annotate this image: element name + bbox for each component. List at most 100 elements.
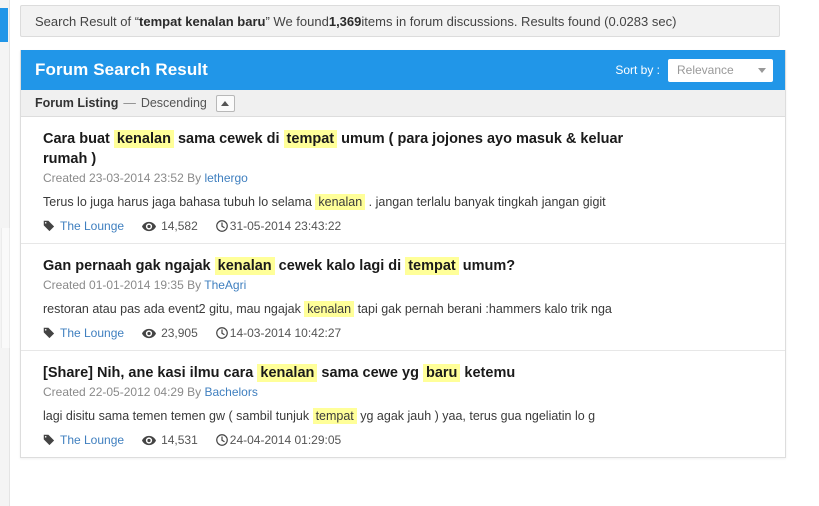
search-summary-suffix: items in forum discussions. Results foun… xyxy=(361,13,677,29)
by-label: By xyxy=(187,171,205,185)
sort-by-value: Relevance xyxy=(677,63,734,77)
result-snippet: restoran atau pas ada event2 gitu, mau n… xyxy=(43,301,771,318)
result-created-line: Created 22-05-2012 04:29 By Bachelors xyxy=(43,385,771,399)
created-date: 22-05-2012 04:29 xyxy=(89,385,188,399)
result-title-text: umum? xyxy=(458,258,516,274)
result-title-text: sama cewe yg xyxy=(317,365,423,381)
result-item[interactable]: Cara buat kenalan sama cewek di tempat u… xyxy=(21,117,785,244)
result-snippet-highlight: kenalan xyxy=(304,301,355,317)
result-meta: The Lounge 23,905 14-03-2014 10:42:27 xyxy=(43,326,771,340)
result-snippet-highlight: tempat xyxy=(312,408,357,424)
result-timestamp: 14-03-2014 10:42:27 xyxy=(215,326,342,340)
result-snippet-text: . jangan terlalu banyak tingkah jangan g… xyxy=(365,195,606,209)
sort-direction-toggle[interactable] xyxy=(215,94,235,112)
result-title-text: Gan pernaah gak ngajak xyxy=(43,258,215,274)
result-created-line: Created 23-03-2014 23:52 By lethergo xyxy=(43,171,771,185)
listing-bar: Forum Listing — Descending xyxy=(21,90,785,117)
page-title: Forum Search Result xyxy=(35,60,208,79)
result-forum-label[interactable]: The Lounge xyxy=(60,219,124,233)
result-title-text: [Share] Nih, ane kasi ilmu cara xyxy=(43,365,258,381)
result-title-highlight: tempat xyxy=(405,257,459,275)
result-snippet: Terus lo juga harus jaga bahasa tubuh lo… xyxy=(43,194,771,211)
panel-header: Forum Search Result Sort by : Relevance xyxy=(21,50,785,90)
result-title-text: cewek kalo lagi di xyxy=(274,258,406,274)
eye-icon xyxy=(142,435,157,446)
result-title-highlight: tempat xyxy=(283,130,338,148)
result-title[interactable]: Gan pernaah gak ngajak kenalan cewek kal… xyxy=(43,256,663,276)
tag-icon xyxy=(43,327,55,339)
result-snippet-text: lagi disitu sama temen temen gw ( sambil… xyxy=(43,409,313,423)
result-title[interactable]: [Share] Nih, ane kasi ilmu cara kenalan … xyxy=(43,363,663,383)
result-forum-label[interactable]: The Lounge xyxy=(60,326,124,340)
result-views-count: 23,905 xyxy=(161,326,198,340)
result-snippet-text: tapi gak pernah berani :hammers kalo tri… xyxy=(354,302,612,316)
result-title-text: Cara buat xyxy=(43,131,114,147)
page-scrollbar[interactable] xyxy=(0,0,10,506)
page-scrollbar-track[interactable] xyxy=(1,228,10,348)
result-title-highlight: kenalan xyxy=(214,257,275,275)
created-date: 23-03-2014 23:52 xyxy=(89,171,188,185)
result-author-link[interactable]: Bachelors xyxy=(204,385,257,399)
result-item[interactable]: Gan pernaah gak ngajak kenalan cewek kal… xyxy=(21,244,785,351)
result-meta: The Lounge 14,582 31-05-2014 23:43:22 xyxy=(43,219,771,233)
search-summary-middle: ” We found xyxy=(265,13,329,29)
by-label: By xyxy=(187,278,205,292)
tag-icon xyxy=(43,220,55,232)
search-summary-bar: Search Result of “tempat kenalan baru” W… xyxy=(20,5,780,37)
eye-icon xyxy=(142,328,157,339)
result-item[interactable]: [Share] Nih, ane kasi ilmu cara kenalan … xyxy=(21,351,785,457)
clock-icon xyxy=(215,434,228,446)
result-views-count: 14,582 xyxy=(161,219,198,233)
result-forum-label[interactable]: The Lounge xyxy=(60,433,124,447)
result-views: 14,531 xyxy=(142,433,198,447)
listing-label: Forum Listing xyxy=(35,96,119,110)
result-snippet-text: restoran atau pas ada event2 gitu, mau n… xyxy=(43,302,305,316)
result-timestamp: 31-05-2014 23:43:22 xyxy=(215,219,342,233)
result-created-line: Created 01-01-2014 19:35 By TheAgri xyxy=(43,278,771,292)
listing-direction: Descending xyxy=(140,96,207,110)
result-views-count: 14,531 xyxy=(161,433,198,447)
result-timestamp: 24-04-2014 01:29:05 xyxy=(215,433,341,447)
result-title-text: ketemu xyxy=(460,365,516,381)
clock-icon xyxy=(215,220,228,232)
sort-control-group: Sort by : Relevance xyxy=(615,58,773,82)
result-timestamp-value: 31-05-2014 23:43:22 xyxy=(229,219,342,233)
result-title-highlight: baru xyxy=(422,364,461,382)
page-scrollbar-thumb[interactable] xyxy=(0,8,8,42)
result-timestamp-value: 14-03-2014 10:42:27 xyxy=(229,326,342,340)
result-snippet-highlight: kenalan xyxy=(315,194,366,210)
result-forum[interactable]: The Lounge xyxy=(43,326,124,340)
created-label: Created xyxy=(43,385,90,399)
created-date: 01-01-2014 19:35 xyxy=(89,278,188,292)
result-forum[interactable]: The Lounge xyxy=(43,433,124,447)
result-author-link[interactable]: TheAgri xyxy=(204,278,246,292)
result-forum[interactable]: The Lounge xyxy=(43,219,124,233)
result-author-link[interactable]: lethergo xyxy=(204,171,247,185)
search-summary-count: 1,369 xyxy=(328,13,362,29)
eye-icon xyxy=(142,221,157,232)
by-label: By xyxy=(187,385,205,399)
page-container: Search Result of “tempat kenalan baru” W… xyxy=(10,0,819,506)
result-title-text: sama cewek di xyxy=(173,131,284,147)
result-title-highlight: kenalan xyxy=(113,130,174,148)
result-snippet: lagi disitu sama temen temen gw ( sambil… xyxy=(43,408,771,425)
result-snippet-text: Terus lo juga harus jaga bahasa tubuh lo… xyxy=(43,195,316,209)
sort-by-label: Sort by : xyxy=(615,63,660,77)
search-summary-query: tempat kenalan baru xyxy=(139,13,266,29)
search-summary-prefix: Search Result of “ xyxy=(35,13,140,29)
results-list: Cara buat kenalan sama cewek di tempat u… xyxy=(21,117,785,457)
listing-dash: — xyxy=(123,96,136,110)
created-label: Created xyxy=(43,171,90,185)
created-label: Created xyxy=(43,278,90,292)
clock-icon xyxy=(215,327,228,339)
chevron-down-icon xyxy=(758,67,766,73)
result-title[interactable]: Cara buat kenalan sama cewek di tempat u… xyxy=(43,129,663,169)
forum-search-result-panel: Forum Search Result Sort by : Relevance … xyxy=(20,50,786,458)
result-views: 14,582 xyxy=(142,219,198,233)
result-views: 23,905 xyxy=(142,326,198,340)
result-snippet-text: yg agak jauh ) yaa, terus gua ngeliatin … xyxy=(356,409,596,423)
sort-by-select[interactable]: Relevance xyxy=(668,58,773,82)
result-meta: The Lounge 14,531 24-04-2014 01:29:05 xyxy=(43,433,771,447)
tag-icon xyxy=(43,434,55,446)
result-title-highlight: kenalan xyxy=(257,364,318,382)
